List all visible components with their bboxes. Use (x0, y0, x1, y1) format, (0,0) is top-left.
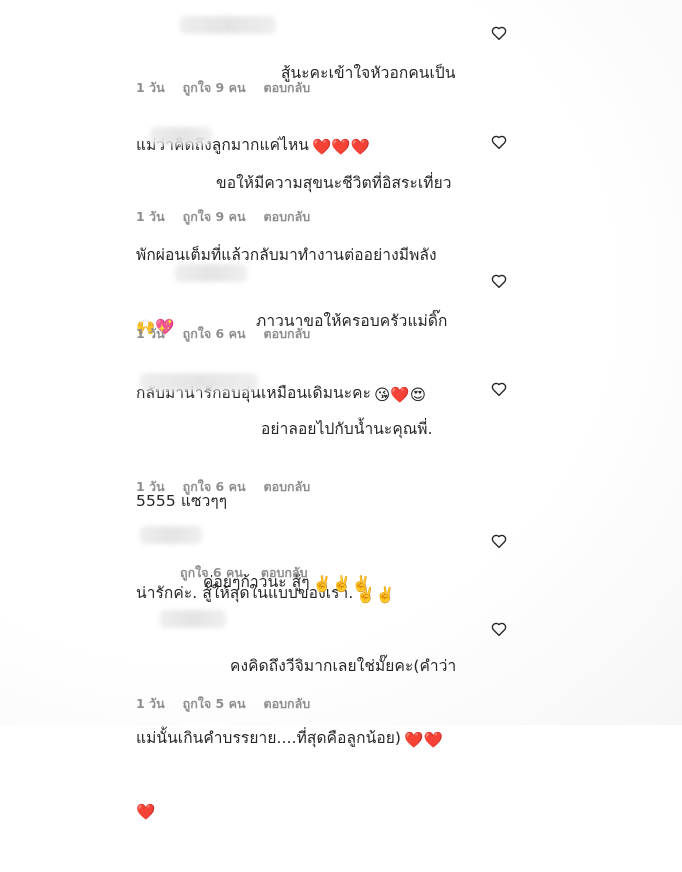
likes-count[interactable]: ถูกใจ 6 คน (183, 324, 246, 344)
likes-count[interactable]: ถูกใจ 5 คน (183, 694, 246, 714)
comment-meta: 1 วัน ถูกใจ 5 คน ตอบกลับ (136, 694, 310, 714)
reply-button[interactable]: ตอบกลับ (261, 563, 308, 583)
victory-emoji: ✌️✌️✌️ (312, 575, 371, 593)
heart-outline-icon[interactable] (490, 24, 508, 42)
heart-outline-icon[interactable] (490, 380, 508, 398)
reply-button[interactable]: ตอบกลับ (264, 324, 311, 344)
comment-line: อย่าลอยไปกับน้ำนะคุณพี่. (261, 420, 433, 438)
heart-outline-icon[interactable] (490, 532, 508, 550)
timestamp[interactable]: 1 วัน (136, 207, 165, 227)
reply-button[interactable]: ตอบกลับ (264, 207, 311, 227)
comment-meta: 1 วัน ถูกใจ 9 คน ตอบกลับ (136, 207, 310, 227)
heart-outline-icon[interactable] (490, 272, 508, 290)
timestamp[interactable]: 1 วัน (136, 694, 165, 714)
timestamp[interactable]: 1 วัน (136, 324, 165, 344)
comment-line: ขอให้มีความสุขนะชีวิตที่อิสระเที่ยว (216, 174, 452, 192)
reply-button[interactable]: ตอบกลับ (264, 78, 311, 98)
comment-text: คงคิดถึงวีจิมากเลยใช่มั๊ยคะ(คำว่า แม่นั้… (136, 606, 476, 872)
reply-button[interactable]: ตอบกลับ (264, 694, 311, 714)
likes-count[interactable]: ถูกใจ 6 คน (180, 563, 243, 583)
likes-count[interactable]: ถูกใจ 9 คน (183, 78, 246, 98)
comment-meta: ถูกใจ 6 คน ตอบกลับ (180, 563, 308, 583)
comment-meta: 1 วัน ถูกใจ 6 คน ตอบกลับ (136, 324, 310, 344)
likes-count[interactable]: ถูกใจ 9 คน (183, 207, 246, 227)
timestamp[interactable]: 1 วัน (136, 477, 165, 497)
comments-panel: สู้นะคะเข้าใจหัวอกคนเป็น แม่ว่าคิดถึงลูก… (0, 0, 682, 821)
reply-button[interactable]: ตอบกลับ (264, 477, 311, 497)
comment-meta: 1 วัน ถูกใจ 6 คน ตอบกลับ (136, 477, 310, 497)
timestamp[interactable]: 1 วัน (136, 78, 165, 98)
comment-line: คงคิดถึงวีจิมากเลยใช่มั๊ยคะ(คำว่า (230, 657, 457, 675)
heart-outline-icon[interactable] (490, 133, 508, 151)
heart-outline-icon[interactable] (490, 620, 508, 638)
comment-meta: 1 วัน ถูกใจ 9 คน ตอบกลับ (136, 78, 310, 98)
comment-line: แม่นั้นเกินคำบรรยาย....ที่สุดคือลูกน้อย)… (136, 726, 476, 752)
heart-emoji: ❤️❤️ (404, 731, 443, 749)
likes-count[interactable]: ถูกใจ 6 คน (183, 477, 246, 497)
heart-emoji: ❤️ (136, 803, 156, 821)
